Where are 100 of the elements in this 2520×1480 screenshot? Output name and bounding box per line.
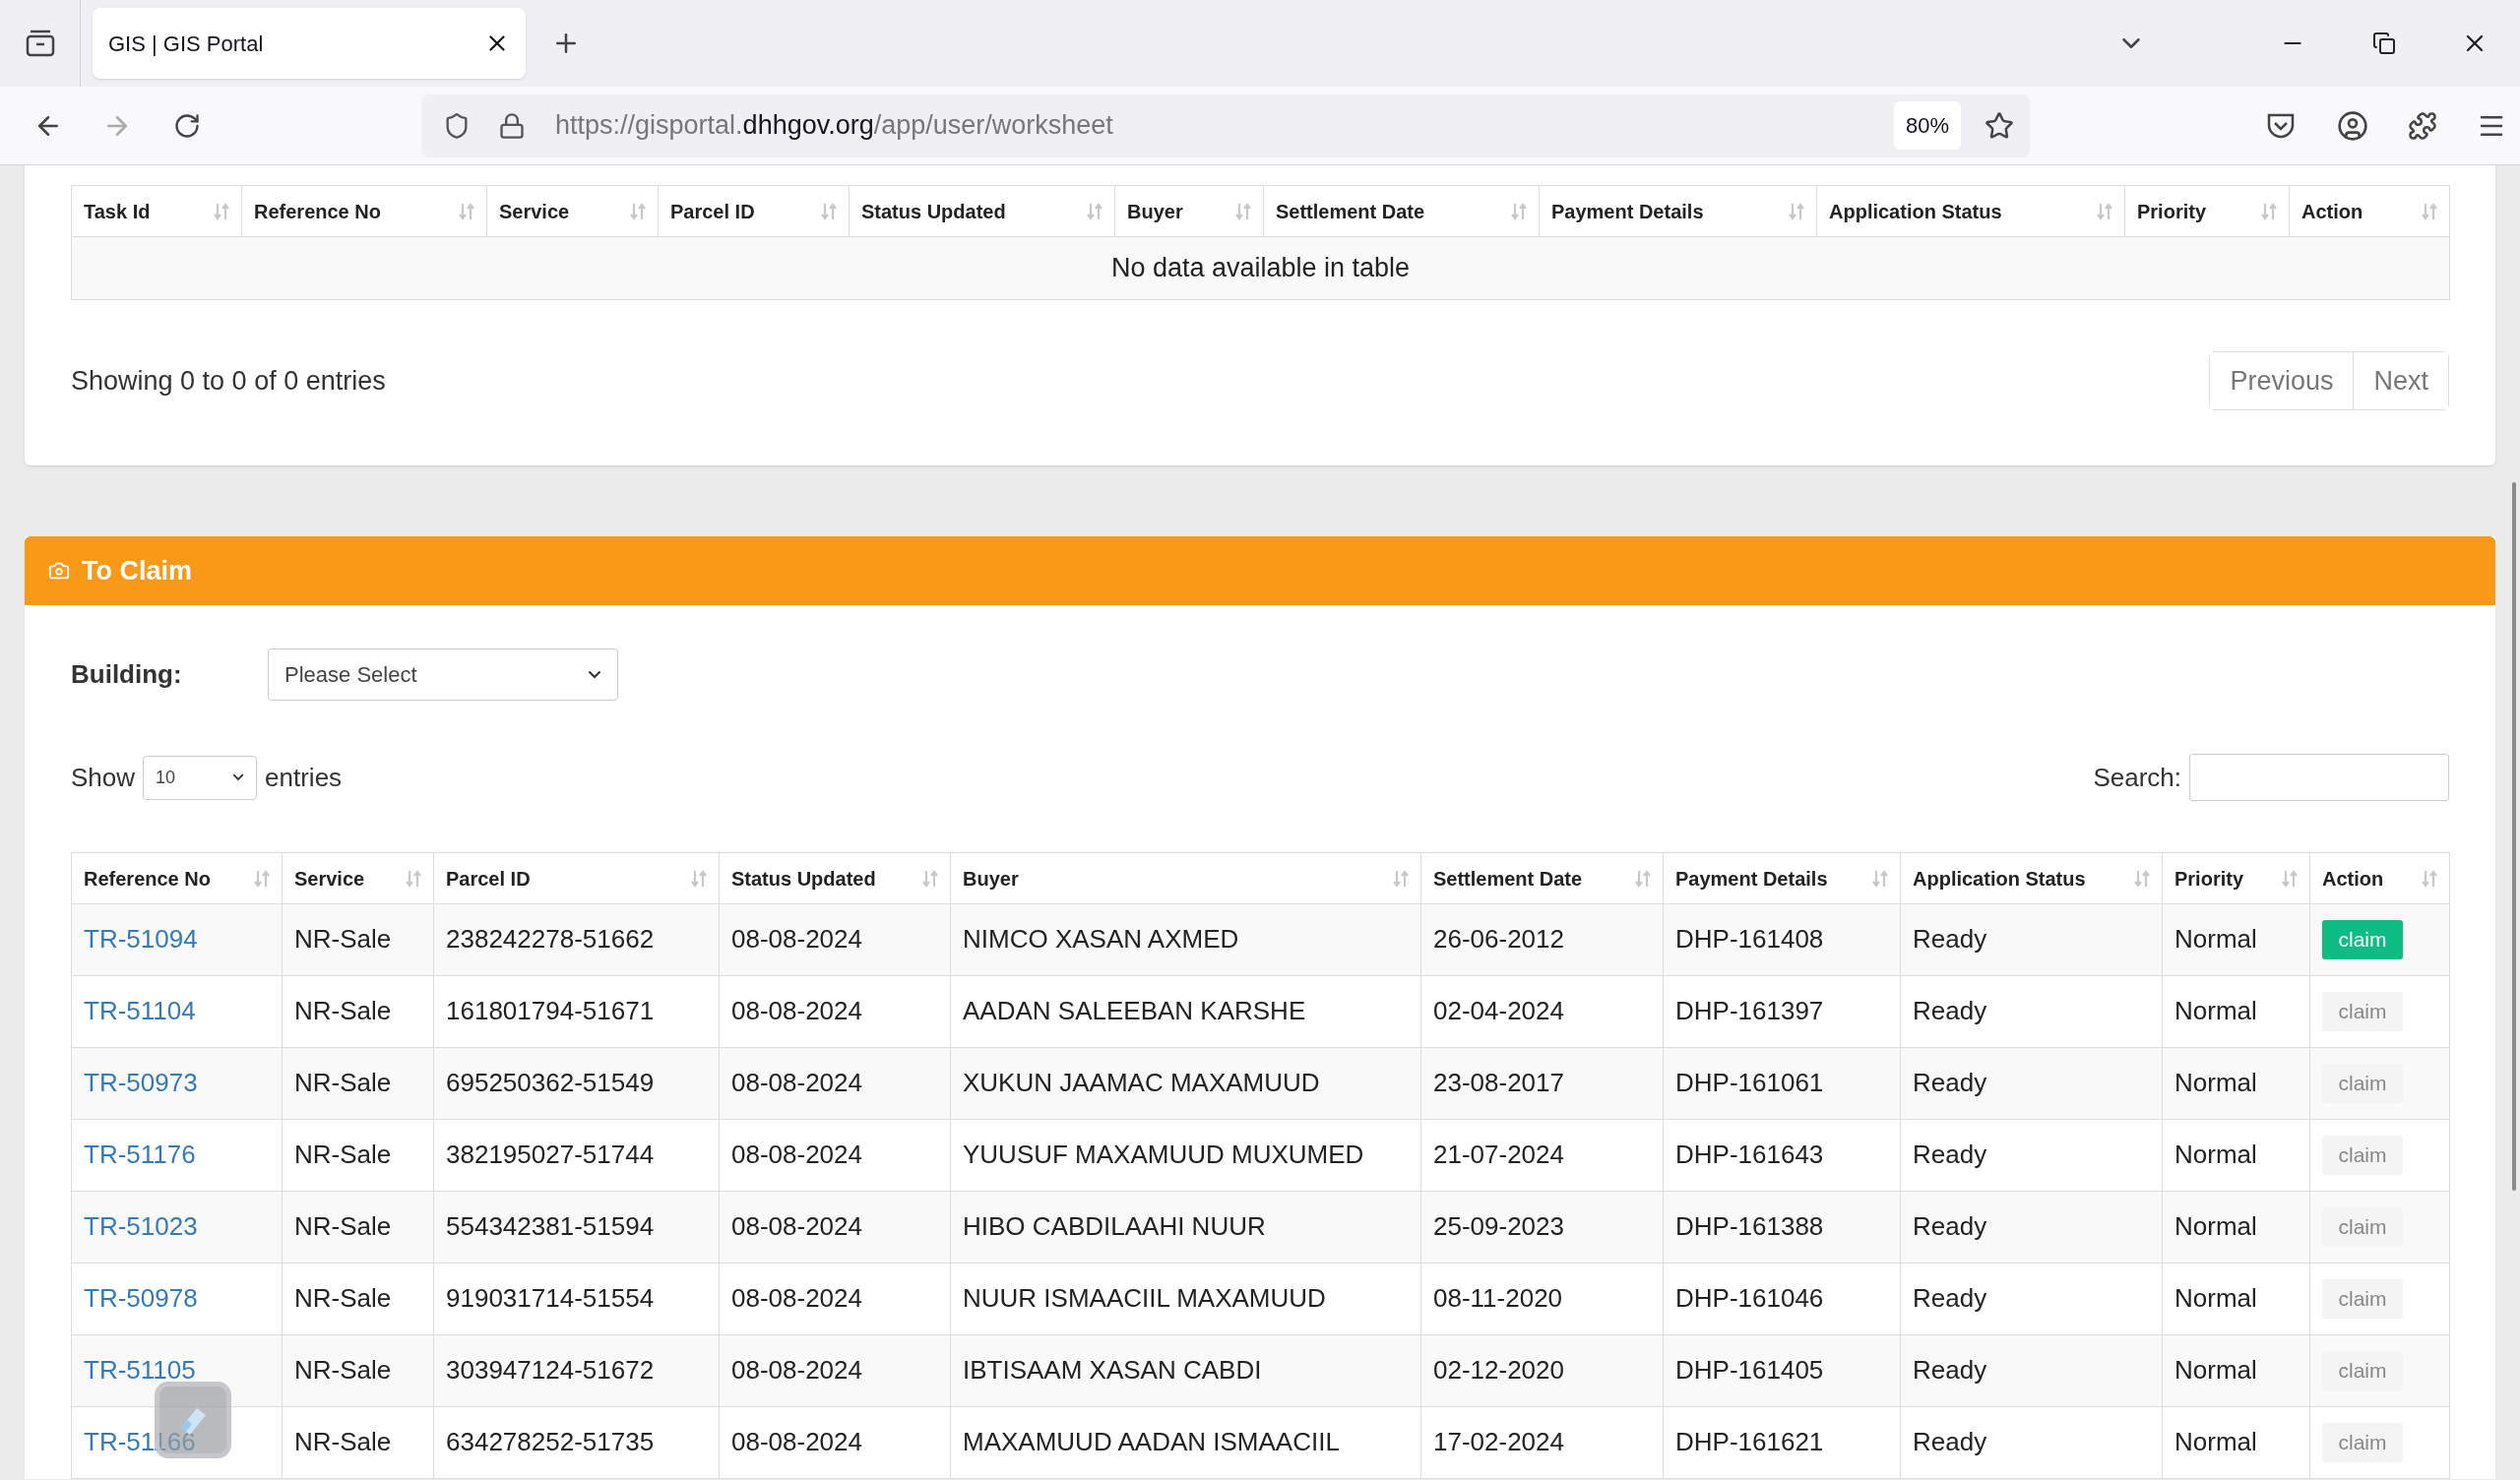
table-cell: XUKUN JAAMAC MAXAMUUD — [963, 1068, 1320, 1097]
table-cell: NUUR ISMAACIIL MAXAMUUD — [963, 1283, 1326, 1313]
table-cell: 21-07-2024 — [1433, 1140, 1564, 1169]
empty-table-message: No data available in table — [71, 236, 2450, 300]
column-header[interactable]: Priority — [2162, 852, 2310, 904]
table-cell: Normal — [2174, 1211, 2257, 1241]
table-cell: IBTISAAM XASAN CABDI — [963, 1355, 1262, 1385]
column-header[interactable]: Application Status — [1900, 852, 2163, 904]
table-cell: Ready — [1913, 1068, 1987, 1097]
table-cell: HIBO CABDILAAHI NUUR — [963, 1211, 1266, 1241]
table-cell: MAXAMUUD AADAN ISMAACIIL — [963, 1427, 1340, 1456]
building-label: Building: — [71, 658, 183, 691]
restore-icon[interactable] — [2372, 31, 2396, 55]
sort-icon — [1235, 201, 1251, 221]
sort-icon — [1511, 201, 1527, 221]
column-header[interactable]: Priority — [2124, 185, 2290, 237]
table-cell: Normal — [2174, 1427, 2257, 1456]
table-cell: 08-08-2024 — [731, 996, 862, 1025]
column-header[interactable]: Task Id — [71, 185, 242, 237]
column-header[interactable]: Buyer — [1114, 185, 1264, 237]
pocket-icon[interactable] — [2266, 111, 2296, 140]
reload-icon[interactable] — [173, 111, 201, 140]
building-select[interactable]: Please Select — [268, 648, 618, 701]
table-cell: 382195027-51744 — [446, 1140, 655, 1169]
column-header[interactable]: Payment Details — [1539, 185, 1817, 237]
table-cell: AADAN SALEEBAN KARSHE — [963, 996, 1306, 1025]
column-header[interactable]: Action — [2289, 185, 2450, 237]
address-bar[interactable]: https://gisportal.dhhgov.org/app/user/worksheet 80% — [421, 93, 2030, 157]
sort-icon — [459, 201, 474, 221]
table-cell: DHP-161388 — [1675, 1211, 1824, 1241]
zoom-level[interactable]: 80% — [1893, 101, 1961, 150]
sort-icon — [2134, 868, 2150, 889]
table-cell: DHP-161408 — [1675, 924, 1824, 954]
table-cell: DHP-161397 — [1675, 996, 1824, 1025]
column-header[interactable]: Settlement Date — [1263, 185, 1540, 237]
sort-icon — [2422, 868, 2437, 889]
column-header[interactable]: Status Updated — [719, 852, 951, 904]
column-header[interactable]: Action — [2309, 852, 2450, 904]
table-cell: DHP-161621 — [1675, 1427, 1824, 1456]
browser-tab[interactable]: GIS | GIS Portal — [93, 8, 526, 79]
table-cell: NR-Sale — [294, 1427, 392, 1456]
table-cell: 919031714-51554 — [446, 1283, 655, 1313]
table-cell: NIMCO XASAN AXMED — [963, 924, 1239, 954]
sort-icon — [214, 201, 229, 221]
lock-icon[interactable] — [498, 111, 526, 140]
search-field[interactable] — [2189, 754, 2449, 801]
table-cell: Ready — [1913, 996, 1987, 1025]
table-cell: 634278252-51735 — [446, 1427, 655, 1456]
column-header[interactable]: Buyer — [950, 852, 1421, 904]
table-cell: 08-08-2024 — [731, 1068, 862, 1097]
table-cell: Normal — [2174, 924, 2257, 954]
table-cell: DHP-161643 — [1675, 1140, 1824, 1169]
table-cell: Ready — [1913, 924, 1987, 954]
table-cell: 08-08-2024 — [731, 924, 862, 954]
column-header[interactable]: Application Status — [1816, 185, 2125, 237]
show-label: Show — [71, 761, 136, 794]
extensions-icon[interactable] — [2408, 110, 2437, 141]
table-cell: 238242278-51662 — [446, 924, 655, 954]
column-header[interactable]: Payment Details — [1663, 852, 1901, 904]
caret-icon — [588, 670, 601, 679]
sort-icon — [1635, 868, 1651, 889]
tab-list-icon[interactable] — [24, 29, 56, 58]
account-icon[interactable] — [2337, 109, 2368, 142]
scrollbar[interactable] — [2512, 482, 2516, 1191]
pagination-button[interactable]: Next — [2353, 352, 2448, 409]
table-cell: 554342381-51594 — [446, 1211, 655, 1241]
column-header[interactable]: Status Updated — [849, 185, 1115, 237]
page-size-select[interactable]: 10 — [143, 755, 258, 800]
table-cell: YUUSUF MAXAMUUD MUXUMED — [963, 1140, 1364, 1169]
table-cell: Ready — [1913, 1211, 1987, 1241]
table-cell: Normal — [2174, 1140, 2257, 1169]
table-cell: 08-08-2024 — [731, 1355, 862, 1385]
table-cell: 08-11-2020 — [1433, 1283, 1563, 1313]
column-header[interactable]: Service — [282, 852, 434, 904]
column-header[interactable]: Reference No — [71, 852, 283, 904]
table-cell: Normal — [2174, 996, 2257, 1025]
sort-icon — [2097, 201, 2112, 221]
table-cell: Normal — [2174, 1355, 2257, 1385]
column-header[interactable]: Parcel ID — [433, 852, 720, 904]
column-header[interactable]: Service — [486, 185, 659, 237]
table-cell: 23-08-2017 — [1433, 1068, 1564, 1097]
table-cell: Normal — [2174, 1283, 2257, 1313]
bookmark-star-icon[interactable] — [1984, 110, 2014, 141]
sort-icon — [254, 868, 270, 889]
table-cell: 08-08-2024 — [731, 1427, 862, 1456]
column-header[interactable]: Reference No — [241, 185, 487, 237]
table-cell: 02-12-2020 — [1433, 1355, 1564, 1385]
table-cell: NR-Sale — [294, 1283, 392, 1313]
section-title: To Claim — [82, 554, 192, 587]
table-cell: 26-06-2012 — [1433, 924, 1564, 954]
column-header[interactable]: Settlement Date — [1420, 852, 1664, 904]
search-label: Search: — [2093, 761, 2181, 794]
sort-icon — [630, 201, 646, 221]
sort-icon — [1393, 868, 1409, 889]
sort-icon — [1087, 201, 1102, 221]
table-cell: 02-04-2024 — [1433, 996, 1564, 1025]
table-cell: NR-Sale — [294, 1068, 392, 1097]
column-header[interactable]: Parcel ID — [658, 185, 850, 237]
url-text: https://gisportal.dhhgov.org/app/user/worksheet — [555, 109, 1113, 143]
sort-icon — [922, 868, 938, 889]
